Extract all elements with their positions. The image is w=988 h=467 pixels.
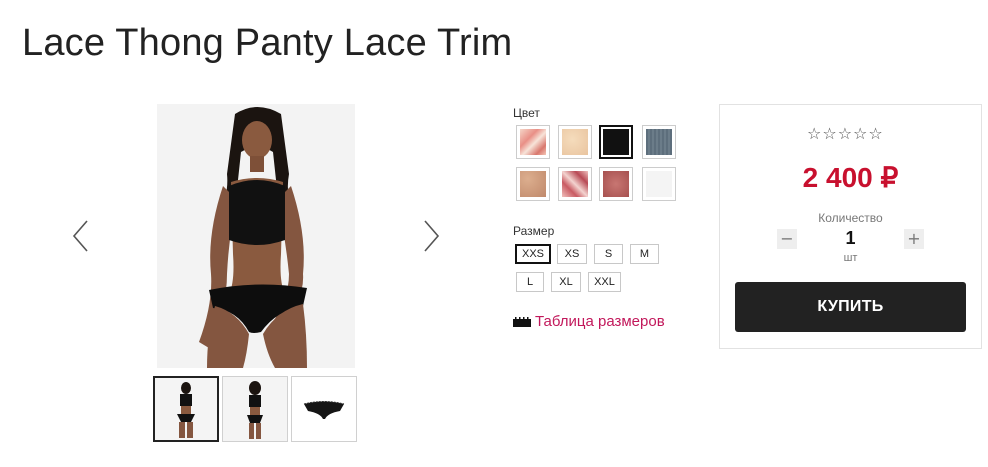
thumbnail-model-front[interactable] <box>153 376 219 442</box>
quantity-increase-button[interactable]: + <box>904 229 924 249</box>
size-option-xs[interactable]: XS <box>557 244 587 264</box>
color-swatch-tan-lace[interactable] <box>516 167 550 201</box>
size-option-xxs[interactable]: XXS <box>515 244 551 264</box>
size-option-xxl[interactable]: XXL <box>588 272 621 292</box>
chevron-right-icon <box>424 220 440 252</box>
size-option-xl[interactable]: XL <box>551 272 581 292</box>
color-swatch-slate-blue[interactable] <box>642 125 676 159</box>
quantity-value[interactable]: 1 <box>720 228 981 249</box>
ruler-icon <box>513 316 531 327</box>
color-swatch-rose-lace[interactable] <box>599 167 633 201</box>
size-label: Размер <box>513 224 555 238</box>
star-icon: ☆ <box>807 124 822 143</box>
color-swatch-floral-pink[interactable] <box>516 125 550 159</box>
buy-button[interactable]: КУПИТЬ <box>735 282 966 332</box>
color-swatch-black[interactable] <box>599 125 633 159</box>
gallery-next-button[interactable] <box>420 219 442 253</box>
rating-stars[interactable]: ☆ ☆ ☆ ☆ ☆ <box>807 126 883 142</box>
chevron-left-icon <box>72 220 88 252</box>
size-chart-link[interactable]: Таблица размеров <box>513 313 665 330</box>
size-option-l[interactable]: L <box>516 272 544 292</box>
star-icon: ☆ <box>837 124 853 143</box>
color-label: Цвет <box>513 106 540 120</box>
size-option-s[interactable]: S <box>594 244 623 264</box>
star-icon: ☆ <box>822 124 837 143</box>
star-icon: ☆ <box>868 124 883 143</box>
main-product-image <box>157 104 355 368</box>
buy-panel: ☆ ☆ ☆ ☆ ☆ 2 400 ₽ Количество − 1 + шт КУ… <box>719 104 982 349</box>
product-price: 2 400 ₽ <box>802 162 899 193</box>
size-option-m[interactable]: M <box>630 244 659 264</box>
quantity-unit: шт <box>843 252 858 264</box>
quantity-label: Количество <box>818 211 883 225</box>
gallery-prev-button[interactable] <box>70 219 92 253</box>
size-chart-label: Таблица размеров <box>535 313 665 330</box>
star-icon: ☆ <box>853 124 868 143</box>
color-swatch-nude[interactable] <box>558 125 592 159</box>
color-swatch-white[interactable] <box>642 167 676 201</box>
color-swatch-pink-print[interactable] <box>558 167 592 201</box>
thumbnail-model-back[interactable] <box>222 376 288 442</box>
product-title: Lace Thong Panty Lace Trim <box>22 22 513 64</box>
thumbnail-product-flat[interactable] <box>291 376 357 442</box>
